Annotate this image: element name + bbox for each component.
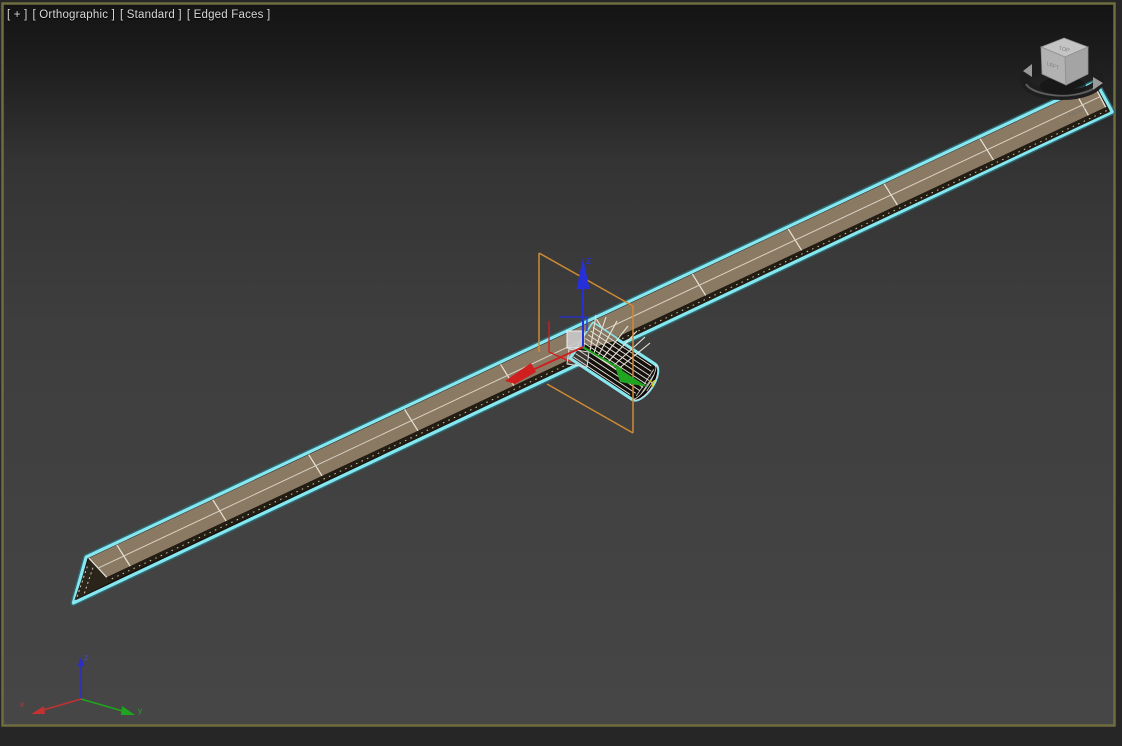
max-viewport-screenshot: Z Y TOP LEFT FRONT z x y [+] [Orthogr… <box>0 0 1122 746</box>
gizmo-z-label: Z <box>586 257 591 266</box>
viewport-general-menu[interactable]: [ + ] <box>7 9 28 21</box>
viewport-render-preset-menu[interactable]: [ Standard ] <box>120 9 182 21</box>
viewport-shading-menu[interactable]: [ Edged Faces ] <box>187 9 271 21</box>
viewport-pov-menu[interactable]: [ Orthographic ] <box>33 9 115 21</box>
gizmo-y-label: Y <box>649 379 656 390</box>
viewport-label: [ + ] [ Orthographic ] [ Standard ] [ Ed… <box>7 9 270 21</box>
gizmo-plane-handle-filled[interactable] <box>566 330 585 349</box>
tripod-z-label: z <box>84 652 88 662</box>
viewport-canvas[interactable]: Z Y TOP LEFT FRONT z x y <box>0 0 1122 746</box>
